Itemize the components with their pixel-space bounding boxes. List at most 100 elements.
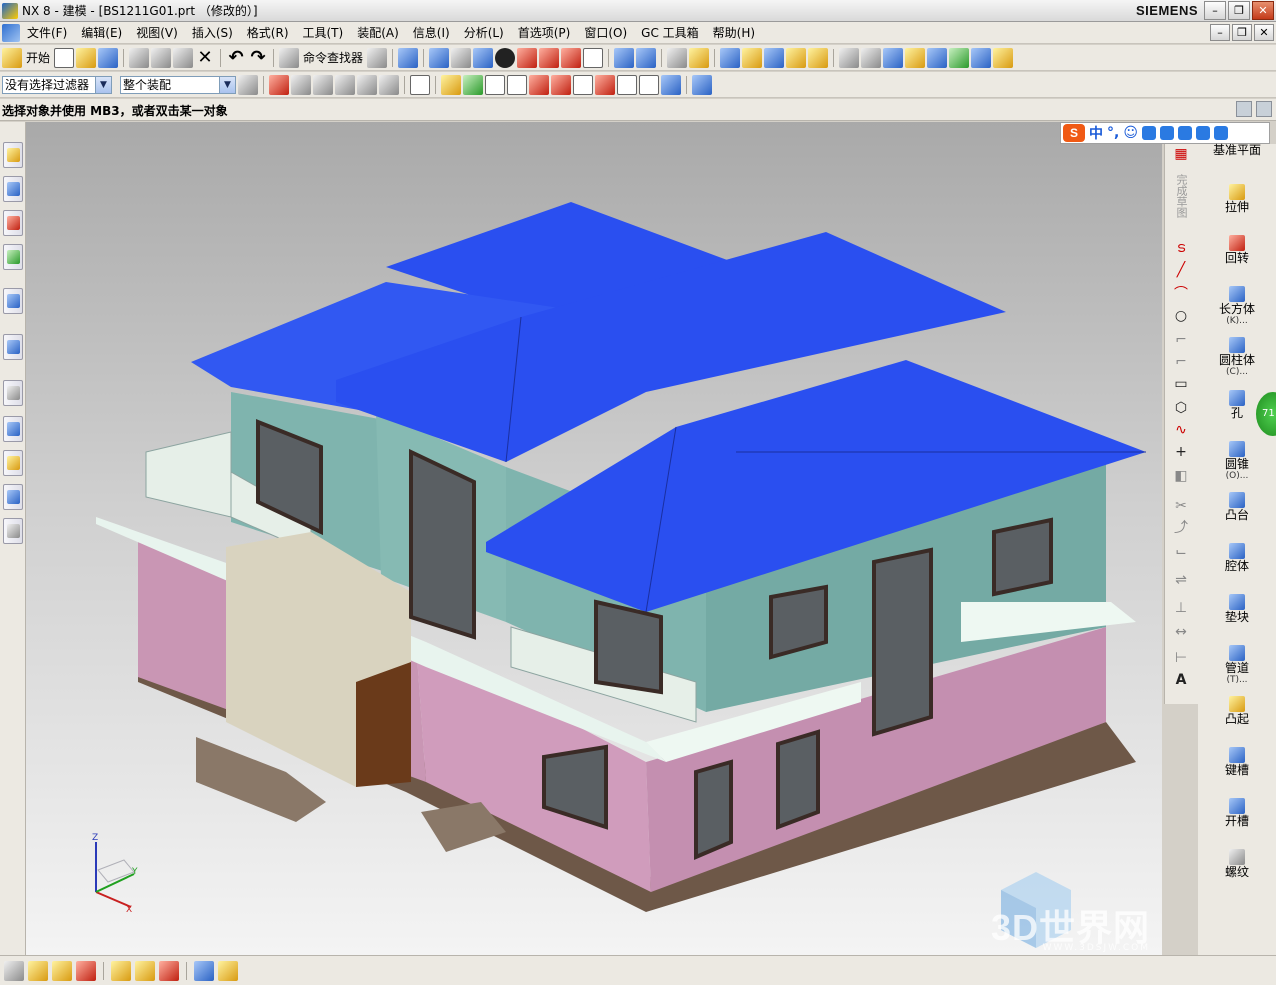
graphics-window[interactable]: Z X Y 3D世界网 WWW.3DSJW.COM — [26, 122, 1162, 955]
menu-insert[interactable]: 插入(S) — [185, 22, 240, 44]
part-navigator-tab[interactable] — [3, 210, 23, 236]
boss-button[interactable]: 凸台 — [1202, 492, 1272, 522]
web-browser-tab[interactable] — [3, 334, 23, 360]
mid-point-icon[interactable] — [485, 74, 505, 95]
system-scene-tab[interactable] — [3, 484, 23, 510]
quadrant-icon[interactable] — [573, 74, 593, 95]
profile-icon[interactable]: ട — [1173, 240, 1189, 256]
hide-icon[interactable] — [764, 47, 785, 68]
background-icon[interactable] — [583, 47, 604, 68]
filter-settings-icon[interactable] — [238, 74, 258, 95]
start-icon[interactable] — [2, 47, 22, 68]
enable-snap-icon[interactable] — [441, 74, 461, 95]
pan-icon[interactable] — [28, 960, 48, 981]
body-rule-icon[interactable] — [335, 74, 355, 95]
trim-icon[interactable]: ✂ — [1173, 498, 1189, 514]
roles-tab[interactable] — [3, 450, 23, 476]
constraint-icon[interactable]: ⊥ — [1173, 600, 1189, 616]
point-icon[interactable]: + — [1173, 444, 1189, 460]
ime-settings-icon[interactable] — [1213, 126, 1228, 140]
constraints-icon[interactable] — [949, 47, 970, 68]
arc-icon[interactable]: ⌒ — [1173, 286, 1189, 302]
corner-icon[interactable]: ⌙ — [1173, 544, 1189, 560]
save-icon[interactable] — [98, 47, 119, 68]
rotate-icon[interactable] — [52, 960, 72, 981]
update-icon[interactable] — [218, 960, 238, 981]
doc-close-button[interactable]: ✕ — [1254, 24, 1274, 41]
command-finder-icon[interactable] — [279, 47, 300, 68]
process-studio-tab[interactable] — [3, 416, 23, 442]
ime-user-icon[interactable] — [1177, 126, 1192, 140]
reference-set-icon[interactable] — [905, 47, 926, 68]
move-component-icon[interactable] — [971, 47, 992, 68]
ime-chinese-toggle[interactable]: 中 — [1089, 123, 1103, 143]
ime-keyboard-icon[interactable] — [1159, 126, 1174, 140]
feature-group-icon[interactable] — [111, 960, 131, 981]
section-icon[interactable] — [561, 47, 582, 68]
bounded-grid-icon[interactable] — [661, 74, 681, 95]
menu-help[interactable]: 帮助(H) — [706, 22, 762, 44]
new-icon[interactable] — [54, 47, 75, 68]
isometric-view-icon[interactable] — [473, 47, 494, 68]
menu-window[interactable]: 窗口(O) — [577, 22, 634, 44]
parts-list-icon[interactable] — [883, 47, 904, 68]
reuse-library-tab[interactable] — [3, 244, 23, 270]
stop-at-intersection-icon[interactable] — [379, 74, 399, 95]
point-on-face-icon[interactable] — [639, 74, 659, 95]
touch-mode-icon[interactable] — [367, 47, 388, 68]
type-filter-select[interactable]: 没有选择过滤器 ▼ — [2, 75, 112, 94]
groove-button[interactable]: 开槽 — [1202, 798, 1272, 828]
feature-edit-icon[interactable] — [159, 960, 179, 981]
ime-voice-icon[interactable] — [1141, 126, 1156, 140]
component-icon[interactable] — [927, 47, 948, 68]
end-point-icon[interactable] — [463, 74, 483, 95]
existing-point-icon[interactable] — [595, 74, 615, 95]
show-hide-icon[interactable] — [742, 47, 763, 68]
render-style-icon[interactable] — [495, 47, 516, 68]
selection-scope-select[interactable]: 整个装配 ▼ — [120, 75, 236, 94]
ime-skin-icon[interactable] — [1195, 126, 1210, 140]
menu-file[interactable]: 文件(F) — [20, 22, 74, 44]
point-on-curve-icon[interactable] — [617, 74, 637, 95]
control-point-icon[interactable] — [507, 74, 527, 95]
cone-button[interactable]: 圆锥 (O)... — [1202, 441, 1272, 481]
cut-icon[interactable] — [129, 47, 150, 68]
feature-curve-icon[interactable] — [291, 74, 311, 95]
circle-icon[interactable]: ○ — [1173, 308, 1189, 324]
face-rule-icon[interactable] — [313, 74, 333, 95]
open-icon[interactable] — [76, 47, 97, 68]
menu-preferences[interactable]: 首选项(P) — [511, 22, 578, 44]
rotate-view-icon[interactable] — [451, 47, 472, 68]
copy-icon[interactable] — [151, 47, 172, 68]
shaded-icon[interactable] — [517, 47, 538, 68]
undo-icon[interactable]: ↶ — [226, 47, 246, 68]
layers-icon[interactable] — [861, 47, 882, 68]
ime-punctuation-toggle[interactable]: °, — [1107, 125, 1119, 141]
selection-cube-icon[interactable] — [692, 74, 712, 95]
menu-format[interactable]: 格式(R) — [240, 22, 296, 44]
zoom-icon[interactable] — [4, 960, 24, 981]
restore-button[interactable]: ❐ — [1228, 1, 1250, 20]
constraint-navigator-tab[interactable] — [3, 176, 23, 202]
minimize-button[interactable]: – — [1204, 1, 1226, 20]
hd3d-tools-tab[interactable] — [3, 288, 23, 314]
thread-button[interactable]: 螺纹 — [1202, 849, 1272, 879]
emboss-button[interactable]: 凸起 — [1202, 696, 1272, 726]
assembly-navigator-icon[interactable] — [839, 47, 860, 68]
measure-distance-icon[interactable] — [786, 47, 807, 68]
wcs-icon[interactable] — [614, 47, 635, 68]
dimension-icon[interactable]: ↔ — [1173, 624, 1189, 640]
wcs-orient-icon[interactable] — [636, 47, 657, 68]
tube-button[interactable]: 管道 (T)... — [1202, 645, 1272, 685]
rectangle-select-icon[interactable] — [410, 74, 430, 95]
measure-angle-icon[interactable] — [808, 47, 829, 68]
extrude-button[interactable]: 拉伸 — [1202, 184, 1272, 214]
start-button[interactable]: 开始 — [26, 49, 50, 66]
text-icon[interactable]: A — [1173, 672, 1189, 688]
feature-replay-icon[interactable] — [135, 960, 155, 981]
pocket-button[interactable]: 腔体 — [1202, 543, 1272, 573]
chamfer-icon[interactable]: ⌐ — [1173, 354, 1189, 370]
finish-sketch-label[interactable]: 完成草图 — [1173, 174, 1189, 218]
fillet-icon[interactable]: ⌐ — [1173, 332, 1189, 348]
extend-icon[interactable]: ⤴ — [1173, 520, 1189, 536]
